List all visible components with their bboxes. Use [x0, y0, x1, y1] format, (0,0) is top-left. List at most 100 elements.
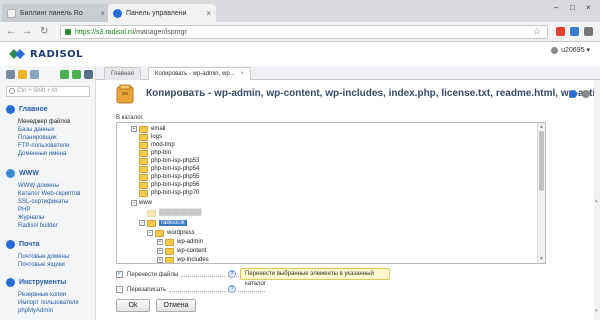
folder-icon: [139, 141, 148, 149]
tree-node-label: php-bin-isp-php70: [151, 190, 200, 196]
menu-icon[interactable]: [584, 27, 593, 36]
section-mail[interactable]: Почта: [6, 240, 40, 249]
close-icon[interactable]: ×: [206, 9, 211, 18]
briefcase-icon[interactable]: [30, 70, 39, 79]
scroll-thumb[interactable]: [539, 131, 544, 191]
sidebar-search-input[interactable]: Ctrl + Shift + M: [6, 86, 90, 97]
close-icon[interactable]: ×: [240, 71, 244, 77]
folder-icon: [139, 157, 148, 165]
tree-node-php53[interactable]: php-bin-isp-php53: [139, 157, 199, 165]
tree-node-php70[interactable]: php-bin-isp-php70: [139, 189, 199, 197]
sidebar-item-web-scripts[interactable]: Каталог Web-скриптов: [18, 191, 80, 197]
section-main[interactable]: Главное: [6, 105, 48, 114]
sidebar-item-file-manager[interactable]: Менеджер файлов: [18, 119, 71, 125]
sidebar-item-ssl[interactable]: SSL-сертификаты: [18, 199, 68, 205]
overwrite-checkbox[interactable]: [116, 286, 123, 293]
tree-node-wordpress[interactable]: − wordpress: [147, 229, 195, 237]
bookmark-star-icon[interactable]: ☆: [533, 26, 541, 37]
sidebar-item-domain-names[interactable]: Доменные имена: [18, 151, 66, 157]
sidebar-item-backups[interactable]: Резервные копии: [18, 292, 66, 298]
tree-node-php56[interactable]: php-bin-isp-php56: [139, 181, 199, 189]
section-tools[interactable]: Инструменты: [6, 278, 66, 287]
tree-node-label: radisol.lk: [159, 220, 187, 226]
tree-node-wp-admin[interactable]: + wp-admin: [157, 238, 203, 246]
extension-icon[interactable]: [570, 27, 579, 36]
catalog-tree[interactable]: + email logs mod-tmp php-bin php-bin-isp-…: [116, 122, 546, 264]
sidebar-item-databases[interactable]: Базы данных: [18, 127, 55, 133]
sidebar-item-www-domains[interactable]: WWW-домены: [18, 183, 59, 189]
tree-node-php54[interactable]: php-bin-isp-php54: [139, 165, 199, 173]
sidebar-item-import-user[interactable]: Импорт пользователя: [18, 300, 79, 306]
tab-copy-label: Копировать - wp-admin, wp...: [155, 71, 235, 77]
help-icon[interactable]: ?: [228, 285, 236, 293]
tree-node-mod-tmp[interactable]: mod-tmp: [139, 141, 175, 149]
sidebar-item-builder[interactable]: Radisol builder: [18, 223, 58, 229]
page-scrollbar[interactable]: ▴ ▾: [594, 80, 600, 320]
url-input[interactable]: https:// s3.radisol.ru /manager/ispmgr ☆: [60, 25, 548, 39]
minimize-button[interactable]: –: [554, 3, 558, 12]
back-button[interactable]: ←: [6, 26, 16, 37]
tree-node-radisol-lk[interactable]: − radisol.lk: [139, 219, 187, 227]
tree-node-label: php-bin: [151, 150, 172, 156]
user-menu[interactable]: u20695 ▾: [551, 46, 590, 54]
sidebar-item-mailboxes[interactable]: Почтовые ящики: [18, 262, 65, 268]
move-files-checkbox[interactable]: ✓: [116, 271, 123, 278]
logo: RADISOL: [8, 48, 83, 60]
expand-icon[interactable]: +: [157, 239, 163, 245]
section-www[interactable]: WWW: [6, 169, 39, 178]
tree-node-php55[interactable]: php-bin-isp-php55: [139, 173, 199, 181]
info-icon[interactable]: [582, 90, 590, 98]
tree-scrollbar[interactable]: ▲ ▼: [537, 123, 545, 263]
star-icon[interactable]: [18, 70, 27, 79]
expand-icon[interactable]: [60, 70, 69, 79]
tree-node-label: www: [139, 200, 152, 206]
close-icon[interactable]: ×: [100, 9, 105, 18]
expand-icon[interactable]: +: [131, 126, 137, 132]
archive-box-icon: [116, 84, 134, 104]
tree-node-label: wp-content: [177, 248, 207, 254]
help-icon[interactable]: ?: [228, 270, 236, 278]
tree-node-wp-content[interactable]: + wp-content: [157, 247, 206, 255]
browser-tab-billing[interactable]: Биллинг панель Ro ×: [2, 4, 110, 22]
sidebar-item-mail-domains[interactable]: Почтовые домены: [18, 254, 69, 260]
tab-home[interactable]: Главная: [104, 67, 141, 80]
scroll-down-icon[interactable]: ▼: [539, 256, 544, 262]
refresh-icon[interactable]: [569, 90, 577, 98]
cancel-button[interactable]: Отмена: [156, 299, 196, 312]
expand-icon[interactable]: +: [157, 257, 163, 263]
extension-icon[interactable]: [556, 27, 565, 36]
tree-node-php-bin[interactable]: php-bin: [139, 149, 171, 157]
collapse-icon[interactable]: −: [139, 220, 145, 226]
list-icon[interactable]: [84, 70, 93, 79]
main-tabs: Главная Копировать - wp-admin, wp... ×: [96, 66, 600, 80]
sidebar-item-logs[interactable]: Журналы: [18, 215, 44, 221]
tree-node-email[interactable]: + email: [131, 125, 165, 133]
ok-button[interactable]: Ok: [116, 299, 150, 312]
tab-copy[interactable]: Копировать - wp-admin, wp... ×: [148, 67, 251, 80]
browser-tab-panel[interactable]: Панель управлени ×: [108, 4, 216, 22]
scroll-down-icon[interactable]: ▾: [595, 308, 598, 314]
maximize-button[interactable]: □: [570, 3, 575, 12]
browser-tab-title: Биллинг панель Ro: [20, 9, 83, 17]
tree-node-wp-includes[interactable]: + wp-includes: [157, 256, 209, 263]
move-files-label: Перенести файлы: [127, 271, 179, 278]
forward-button[interactable]: →: [22, 26, 32, 37]
tree-node-logs[interactable]: logs: [139, 133, 162, 141]
collapse-icon[interactable]: −: [147, 230, 153, 236]
browser-tabbar: Биллинг панель Ro × Панель управлени × –…: [0, 0, 600, 22]
sidebar-item-ftp-users[interactable]: FTP-пользователи: [18, 143, 69, 149]
window-close-button[interactable]: ×: [586, 3, 591, 12]
sidebar-item-scheduler[interactable]: Планировщик: [18, 135, 57, 141]
reload-button[interactable]: ↻: [40, 26, 48, 37]
url-scheme: https://: [75, 28, 97, 36]
scroll-up-icon[interactable]: ▲: [539, 124, 544, 130]
scroll-up-icon[interactable]: ▴: [595, 198, 598, 204]
expand-icon[interactable]: +: [157, 248, 163, 254]
grid-icon[interactable]: [6, 70, 15, 79]
collapse-icon[interactable]: −: [131, 200, 137, 206]
tree-node-hidden-domain[interactable]: ██████████: [147, 209, 202, 217]
tree-node-www[interactable]: − www: [131, 199, 152, 207]
collapse-icon[interactable]: [72, 70, 81, 79]
sidebar-item-php[interactable]: PHP: [18, 207, 30, 213]
sidebar-item-phpmyadmin[interactable]: phpMyAdmin: [18, 308, 53, 314]
